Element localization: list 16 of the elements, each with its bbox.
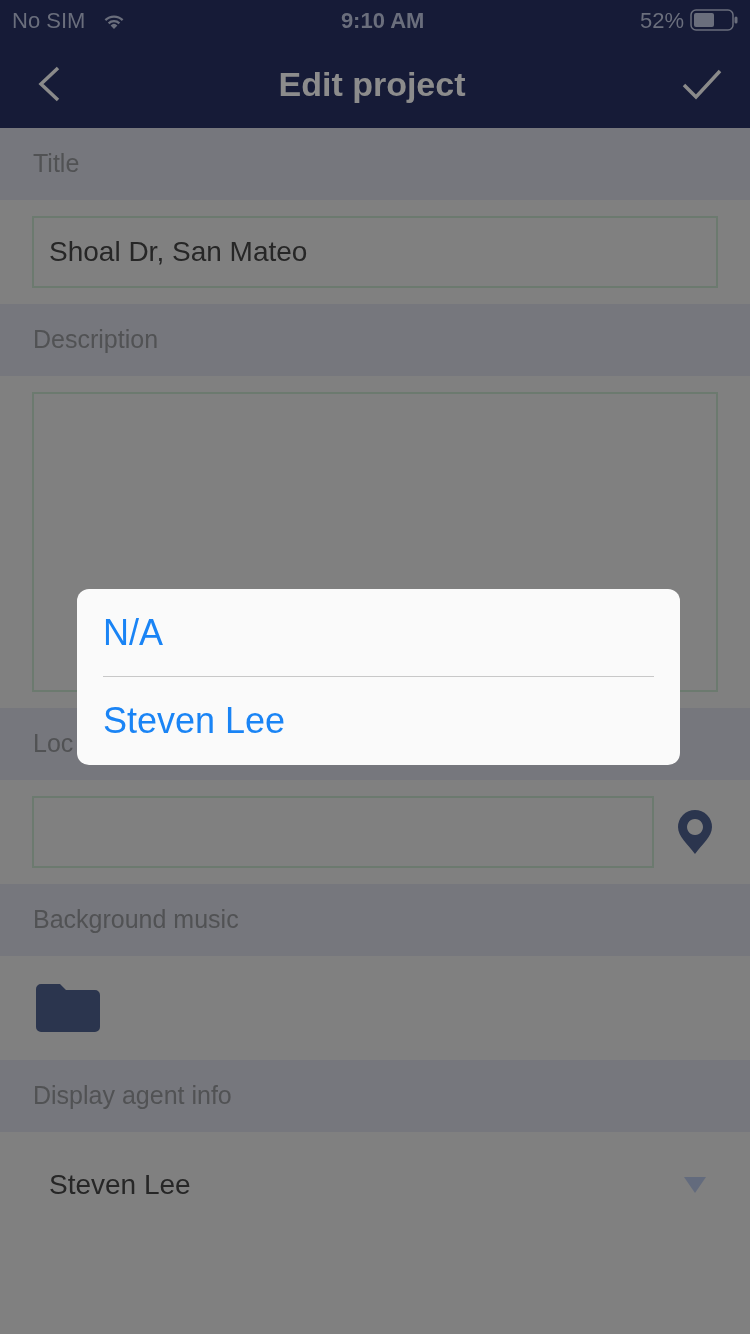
checkmark-icon <box>682 68 722 100</box>
status-time: 9:10 AM <box>340 6 425 35</box>
folder-icon[interactable] <box>36 984 100 1032</box>
carrier-label: No SIM <box>12 6 86 35</box>
caret-down-icon <box>684 1177 706 1193</box>
battery-icon <box>690 9 738 31</box>
battery-percent: 52% <box>639 6 684 35</box>
chevron-left-icon <box>36 66 62 102</box>
back-button[interactable] <box>36 66 62 102</box>
option-item[interactable]: N/A <box>103 589 654 676</box>
map-pin-icon[interactable] <box>678 810 712 854</box>
save-button[interactable] <box>682 68 722 100</box>
page-title: Edit project <box>278 63 466 105</box>
option-item[interactable]: Steven Lee <box>103 677 654 764</box>
title-field[interactable]: Shoal Dr, San Mateo <box>32 216 718 288</box>
agent-select[interactable]: Steven Lee <box>32 1149 706 1221</box>
